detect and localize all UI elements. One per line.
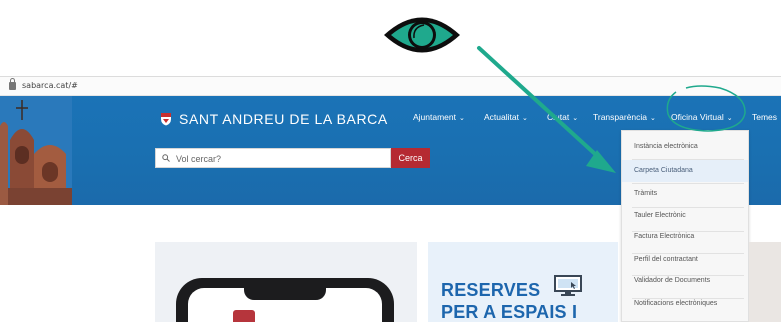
crest-icon bbox=[161, 113, 171, 126]
reserves-title-line2: PER A ESPAIS I bbox=[441, 302, 578, 322]
nav-item-transparencia[interactable]: Transparència ⌄ bbox=[593, 112, 656, 122]
menu-item-perfil-contractant[interactable]: Perfil del contractant bbox=[622, 249, 748, 271]
search-box bbox=[155, 148, 391, 168]
menu-item-tauler-electronic[interactable]: Tauler Electrònic bbox=[622, 205, 748, 227]
chevron-down-icon: ⌄ bbox=[650, 115, 656, 122]
nav-item-oficina-virtual[interactable]: Oficina Virtual ⌄ bbox=[671, 112, 733, 122]
nav-item-ajuntament[interactable]: Ajuntament ⌄ bbox=[413, 112, 465, 122]
chevron-down-icon: ⌄ bbox=[726, 115, 733, 122]
address-bar[interactable]: sabarca.cat/# bbox=[0, 76, 781, 96]
chevron-down-icon: ⌄ bbox=[459, 115, 465, 122]
menu-item-notificacions-electroniques[interactable]: Notificacions electròniques bbox=[622, 293, 748, 315]
menu-item-carpeta-ciutadana[interactable]: Carpeta Ciutadana bbox=[622, 160, 748, 182]
chevron-down-icon: ⌄ bbox=[521, 115, 528, 122]
monitor-icon bbox=[554, 275, 582, 296]
screenshot: sabarca.cat/# SANT ANDREU DE LA BARCA Aj… bbox=[0, 0, 781, 322]
side-promo-card[interactable] bbox=[749, 242, 781, 322]
nav-item-temes[interactable]: Temes bbox=[752, 112, 777, 122]
menu-item-factura-electronica[interactable]: Factura Electrònica bbox=[622, 226, 748, 248]
church-tower-image bbox=[0, 96, 72, 205]
app-icon bbox=[233, 310, 255, 322]
phone-notch bbox=[244, 288, 326, 300]
nav-item-ciutat[interactable]: Ciutat ⌄ bbox=[547, 112, 578, 122]
oficina-virtual-dropdown: Instància electrònica Carpeta Ciutadana … bbox=[621, 130, 749, 322]
lock-icon bbox=[9, 78, 16, 90]
nav-item-actualitat[interactable]: Actualitat ⌄ bbox=[484, 112, 528, 122]
site-logo[interactable]: SANT ANDREU DE LA BARCA bbox=[160, 111, 388, 127]
url-text: sabarca.cat/# bbox=[22, 81, 78, 90]
search-button[interactable]: Cerca bbox=[391, 148, 430, 168]
menu-item-instancia-electronica[interactable]: Instància electrònica bbox=[622, 136, 748, 158]
eye-icon bbox=[384, 17, 460, 53]
site-name: SANT ANDREU DE LA BARCA bbox=[179, 111, 388, 127]
reserves-title-line1: RESERVES bbox=[441, 280, 541, 300]
chevron-down-icon: ⌄ bbox=[572, 115, 579, 122]
menu-item-tramits[interactable]: Tràmits bbox=[622, 183, 748, 205]
search-icon bbox=[162, 154, 170, 162]
search-input[interactable] bbox=[176, 151, 376, 166]
menu-item-validador-documents[interactable]: Validador de Documents bbox=[622, 270, 748, 292]
